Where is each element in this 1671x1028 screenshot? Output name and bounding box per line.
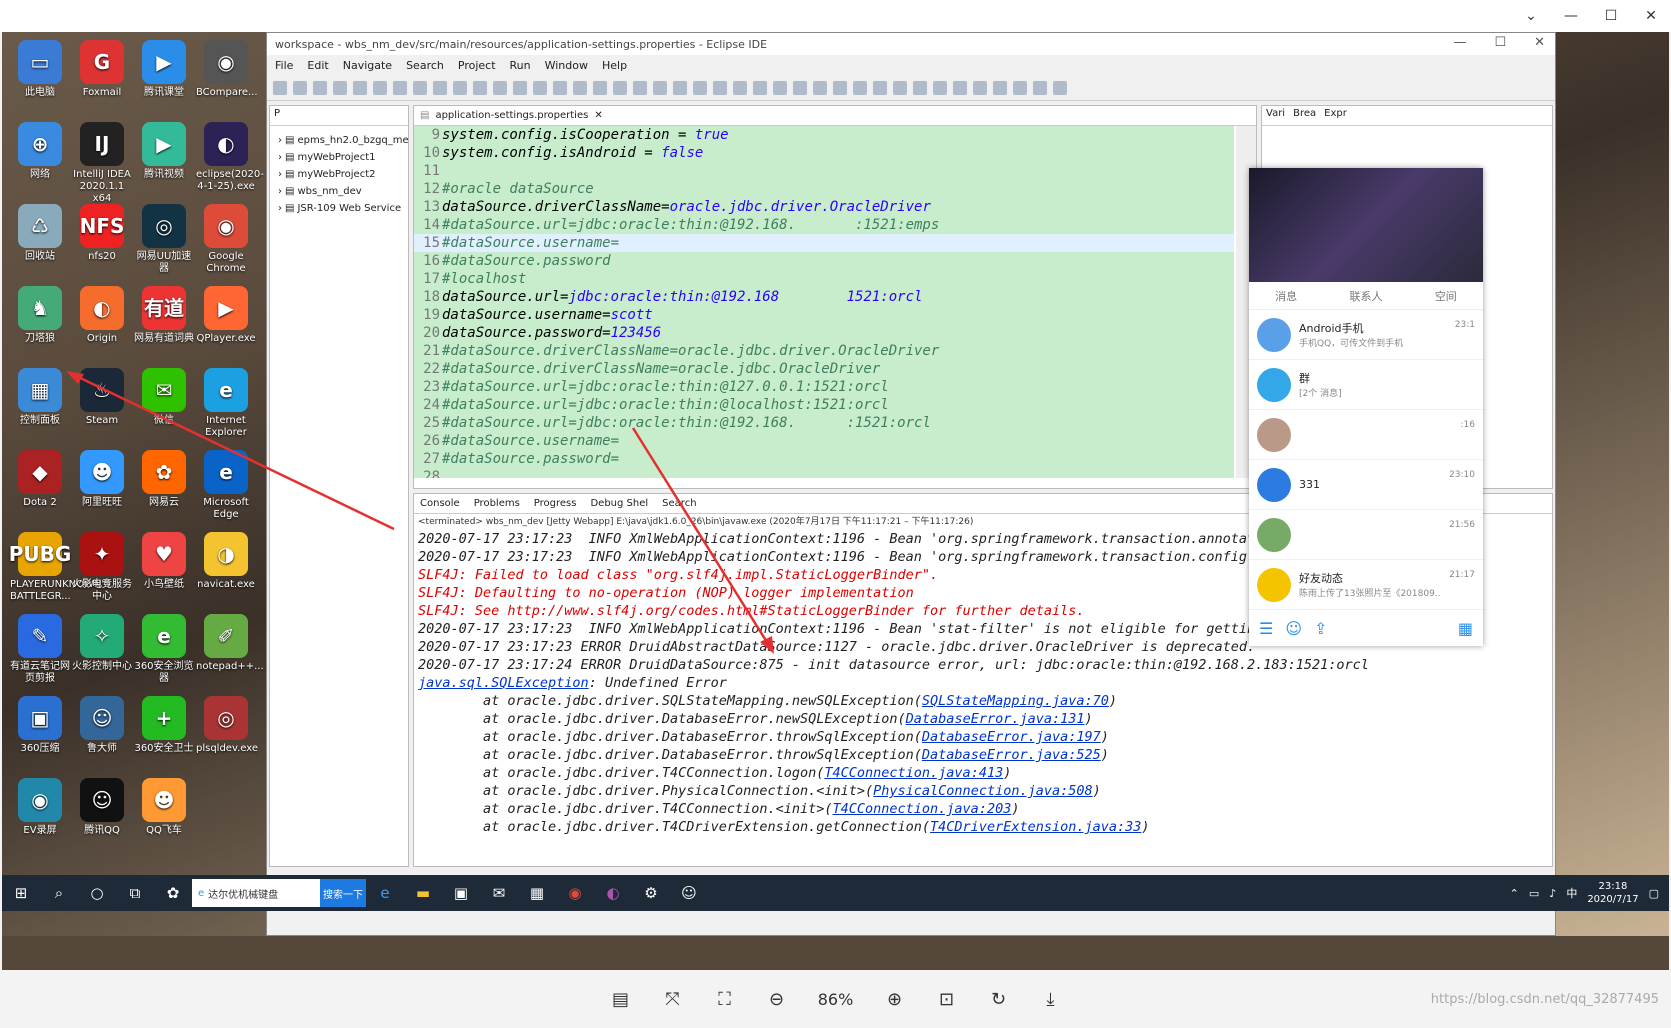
qq-tab[interactable]: 联系人 bbox=[1349, 288, 1382, 304]
arrow-line bbox=[71, 372, 395, 531]
layout-icon[interactable]: ▤ bbox=[608, 986, 634, 1012]
qq-name: Android手机 bbox=[1299, 322, 1364, 335]
qq-conversation[interactable]: 好友动态陈雨上传了13张照片至《201809... 21:17 bbox=[1249, 560, 1483, 610]
actual-size-icon[interactable]: ⊡ bbox=[934, 986, 960, 1012]
taskbar-search-input[interactable]: e 达尔优机械键盘 bbox=[192, 879, 320, 907]
qq-panel: 消息 联系人 空间 Android手机手机QQ，可传文件到手机 23:1 群 [2个 消息… bbox=[1249, 168, 1483, 646]
rotate-icon[interactable]: ↻ bbox=[986, 986, 1012, 1012]
qq-message: 手机QQ，可传文件到手机 bbox=[1299, 339, 1404, 349]
qq-conversation-text: Android手机手机QQ，可传文件到手机 bbox=[1299, 320, 1447, 349]
viewer-titlebar: ⌄ — ☐ ✕ bbox=[0, 0, 1671, 32]
arrow-line bbox=[631, 427, 772, 648]
qq-name: 331 bbox=[1299, 478, 1320, 491]
qq-time: 21:56 bbox=[1449, 520, 1475, 530]
system-tray: ⌃ ▭ ♪ 中 23:18 2020/7/17 ▢ bbox=[1510, 875, 1659, 911]
menu-icon[interactable]: ☰ bbox=[1259, 619, 1273, 638]
volume-icon[interactable]: ♪ bbox=[1549, 887, 1556, 900]
qq-time: 23:1 bbox=[1454, 320, 1475, 330]
avatar bbox=[1257, 367, 1291, 402]
screenshot-image: ▭ 此电脑 G Foxmail ▶ 腾讯课堂 ◉ BCompare... ⊕ 网络 IJ Intell… bbox=[2, 32, 1669, 970]
edge-icon[interactable]: e bbox=[366, 875, 404, 911]
app-icon[interactable]: ✿ bbox=[154, 875, 192, 911]
arrow-head bbox=[66, 371, 84, 384]
qq-time: 21:17 bbox=[1449, 570, 1475, 580]
fullscreen-icon[interactable]: ⛶ bbox=[712, 986, 738, 1012]
qq-banner bbox=[1249, 168, 1483, 282]
fit-icon[interactable]: ⤧ bbox=[660, 986, 686, 1012]
qq-time: :16 bbox=[1460, 420, 1475, 430]
qq-message: 陈雨上传了13张照片至《201809... bbox=[1299, 589, 1442, 599]
qq-tab[interactable]: 空间 bbox=[1435, 288, 1457, 304]
clock[interactable]: 23:18 2020/7/17 bbox=[1587, 880, 1638, 906]
eclipse-icon[interactable]: ◐ bbox=[594, 875, 632, 911]
qq-time: 23:10 bbox=[1449, 470, 1475, 480]
ie-icon: e bbox=[198, 887, 205, 899]
avatar bbox=[1257, 317, 1291, 352]
zoom-out-icon[interactable]: ⊖ bbox=[764, 986, 790, 1012]
avatar bbox=[1257, 567, 1291, 602]
viewer-toolbar: ▤ ⤧ ⛶ ⊖ 86% ⊕ ⊡ ↻ ⤓ bbox=[0, 970, 1671, 1028]
qq-tab[interactable]: 消息 bbox=[1275, 288, 1297, 304]
apps-icon[interactable]: ▦ bbox=[1458, 619, 1473, 638]
store-icon[interactable]: ▣ bbox=[442, 875, 480, 911]
share-icon[interactable]: ⇪ bbox=[1314, 619, 1327, 638]
qq-conversation[interactable]: Android手机手机QQ，可传文件到手机 23:1 bbox=[1249, 310, 1483, 360]
chevron-up-icon[interactable]: ⌃ bbox=[1510, 887, 1519, 900]
minimize-icon[interactable]: — bbox=[1551, 0, 1591, 32]
task-view-icon[interactable]: ⧉ bbox=[116, 875, 154, 911]
network-icon[interactable]: ▭ bbox=[1529, 887, 1539, 900]
arrow-head bbox=[760, 636, 774, 654]
watermark: https://blog.csdn.net/qq_32877495 bbox=[1430, 992, 1659, 1007]
contacts-icon[interactable]: ☺ bbox=[1285, 619, 1302, 638]
qq-conversation-text: 群 [2个 消息] bbox=[1299, 370, 1467, 399]
avatar bbox=[1257, 417, 1291, 452]
download-icon[interactable]: ⤓ bbox=[1038, 986, 1064, 1012]
gear-icon[interactable]: ⚙ bbox=[632, 875, 670, 911]
avatar bbox=[1257, 517, 1291, 552]
qq-message: [2个 消息] bbox=[1299, 389, 1342, 399]
maximize-icon[interactable]: ☐ bbox=[1591, 0, 1631, 32]
cortana-icon[interactable]: ○ bbox=[78, 875, 116, 911]
notification-icon[interactable]: ▢ bbox=[1649, 887, 1659, 900]
zoom-level: 86% bbox=[817, 989, 854, 1009]
qq-name: 好友动态 bbox=[1299, 572, 1343, 585]
windows-start-icon[interactable]: ⊞ bbox=[2, 875, 40, 911]
qq-conversation[interactable]: 群 [2个 消息] bbox=[1249, 360, 1483, 410]
chrome-icon[interactable]: ◉ bbox=[556, 875, 594, 911]
search-text: 达尔优机械键盘 bbox=[208, 889, 279, 901]
photo-viewer: ⌄ — ☐ ✕ ▭ 此电脑 G Foxmail ▶ 腾讯课堂 ◉ BCompare... ⊕ 网络… bbox=[0, 0, 1671, 1028]
ime-indicator[interactable]: 中 bbox=[1566, 885, 1577, 901]
qq-name: 群 bbox=[1299, 372, 1310, 385]
search-button[interactable]: 搜索一下 bbox=[320, 879, 366, 907]
mail-icon[interactable]: ✉ bbox=[480, 875, 518, 911]
avatar bbox=[1257, 467, 1291, 502]
windows-taskbar: ⊞ ⌕ ○ ⧉ ✿ e 达尔优机械键盘 搜索一下 e ▬ ▣ ✉ ▦ ◉ ◐ ⚙ … bbox=[2, 875, 1669, 911]
folder-icon[interactable]: ▬ bbox=[404, 875, 442, 911]
search-icon[interactable]: ⌕ bbox=[40, 875, 78, 911]
qq-conversation-text: 331 bbox=[1299, 478, 1441, 491]
qq-conversation[interactable]: 21:56 bbox=[1249, 510, 1483, 560]
qq-conversation[interactable]: 331 23:10 bbox=[1249, 460, 1483, 510]
qq-conversation-text: 好友动态陈雨上传了13张照片至《201809... bbox=[1299, 570, 1441, 599]
chevron-down-icon[interactable]: ⌄ bbox=[1511, 0, 1551, 32]
zoom-in-icon[interactable]: ⊕ bbox=[882, 986, 908, 1012]
calculator-icon[interactable]: ▦ bbox=[518, 875, 556, 911]
close-icon[interactable]: ✕ bbox=[1631, 0, 1671, 32]
qq-conversation[interactable]: :16 bbox=[1249, 410, 1483, 460]
qq-icon[interactable]: ☺ bbox=[670, 875, 708, 911]
